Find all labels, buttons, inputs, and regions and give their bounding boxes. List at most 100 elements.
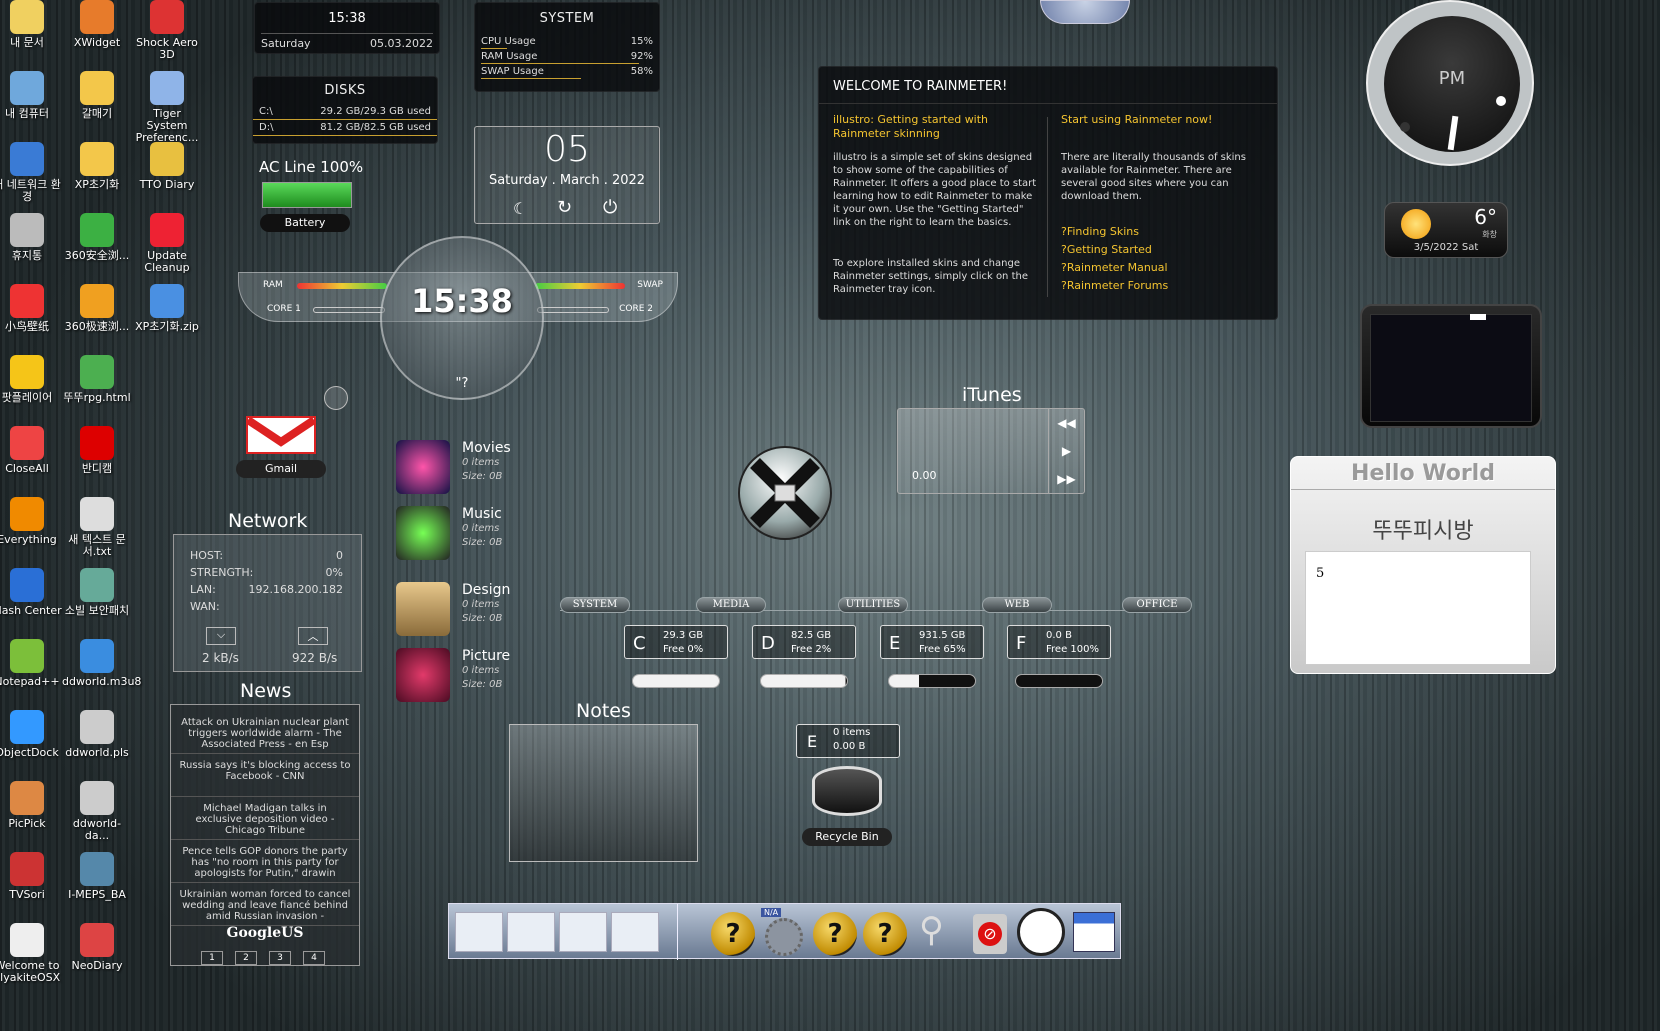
recycle-bin-icon[interactable]: [812, 766, 882, 816]
welcome-link[interactable]: ?Rainmeter Manual: [1061, 261, 1168, 274]
media-item-movies[interactable]: Movies 0 items Size: 0B: [396, 440, 511, 494]
magnifier-icon[interactable]: ⚲: [919, 910, 944, 950]
drive-widget[interactable]: C 29.3 GB Free 0%: [624, 625, 728, 659]
desktop-icon[interactable]: 팟플레이어: [0, 355, 62, 404]
desktop-icon[interactable]: XWidget: [62, 0, 132, 49]
media-title: Picture: [462, 648, 511, 664]
desktop-icon[interactable]: Notepad++: [0, 639, 62, 688]
close-all-icon: [10, 426, 44, 460]
welcome-left-body: illustro is a simple set of skins design…: [833, 152, 1037, 228]
gear-icon[interactable]: [765, 918, 803, 956]
desktop-icon[interactable]: Welcome to FlyakiteOSX: [0, 923, 62, 984]
category-tab[interactable]: WEB: [982, 597, 1052, 613]
desktop-icon[interactable]: TVSori: [0, 852, 62, 901]
window-thumb-3[interactable]: [559, 912, 607, 952]
desktop-icon[interactable]: 小鸟壁纸: [0, 284, 62, 333]
help-icon[interactable]: ?: [813, 912, 857, 956]
desktop-icon[interactable]: PicPick: [0, 781, 62, 830]
gmail-icon[interactable]: [244, 414, 318, 456]
restart-icon[interactable]: ↻: [557, 197, 572, 218]
help-icon[interactable]: ?: [711, 912, 755, 956]
welcome-right-body: There are literally thousands of skins a…: [1061, 152, 1246, 202]
media-item-picture[interactable]: Picture 0 items Size: 0B: [396, 648, 510, 702]
desktop-icon[interactable]: 반디캠: [62, 426, 132, 475]
notes-pad[interactable]: [509, 724, 698, 862]
sleep-icon[interactable]: ☾: [513, 199, 527, 218]
desktop-icon[interactable]: CloseAll: [0, 426, 62, 475]
category-tab[interactable]: UTILITIES: [838, 597, 908, 613]
recycle-bin-label[interactable]: Recycle Bin: [802, 828, 892, 846]
power-icon[interactable]: ⏻: [603, 197, 617, 218]
lan-label: LAN:: [190, 583, 216, 596]
desktop-icon[interactable]: TTO Diary: [132, 142, 202, 191]
drive-widget[interactable]: D 82.5 GB Free 2%: [752, 625, 856, 659]
news-page-button[interactable]: 4: [303, 951, 325, 965]
desktop-icon[interactable]: Update Cleanup: [132, 213, 202, 274]
calendar-icon[interactable]: [1073, 912, 1115, 952]
welcome-panel: WELCOME TO RAINMETER! illustro: Getting …: [818, 66, 1278, 320]
network-title: Network: [228, 510, 308, 532]
news-page-button[interactable]: 3: [269, 951, 291, 965]
news-page-button[interactable]: 1: [201, 951, 223, 965]
news-item[interactable]: Michael Madigan talks in exclusive depos…: [171, 797, 359, 840]
desktop-icon[interactable]: 휴지통: [0, 213, 62, 262]
disk-row: C:\ 29.2 GB/29.3 GB used: [253, 104, 437, 120]
previous-track-icon[interactable]: ◀◀: [1049, 409, 1084, 437]
desktop-icon[interactable]: 내 네트워크 환경: [0, 142, 62, 203]
desktop-icon[interactable]: Tiger System Preferenc...: [132, 71, 202, 144]
desktop-icon[interactable]: XP초기화: [62, 142, 132, 191]
desktop-icon[interactable]: 내 문서: [0, 0, 62, 49]
window-thumb-4[interactable]: [611, 912, 659, 952]
desktop-icon[interactable]: Shock Aero 3D: [132, 0, 202, 61]
orb-button[interactable]: [324, 386, 348, 410]
clock-icon[interactable]: [1017, 908, 1065, 956]
desktop-icon[interactable]: 소빌 보안패치: [62, 568, 132, 617]
next-track-icon[interactable]: ▶▶: [1049, 465, 1084, 493]
x-logo-icon[interactable]: [738, 446, 832, 540]
category-tab[interactable]: MEDIA: [696, 597, 766, 613]
desktop-icon[interactable]: 뚜뚜rpg.html: [62, 355, 132, 404]
app-orb-icon[interactable]: [1040, 0, 1130, 24]
drive-widget[interactable]: E 931.5 GB Free 65%: [880, 625, 984, 659]
desktop-icon-label: TVSori: [9, 888, 45, 901]
category-tab[interactable]: SYSTEM: [560, 597, 630, 613]
gmail-label[interactable]: Gmail: [236, 460, 326, 478]
welcome-link[interactable]: ?Finding Skins: [1061, 225, 1168, 238]
desktop-icon[interactable]: ObjectDock: [0, 710, 62, 759]
welcome-link[interactable]: ?Getting Started: [1061, 243, 1168, 256]
desktop-icon[interactable]: I-MEPS_BA: [62, 852, 132, 901]
recycle-items: 0 items: [833, 727, 871, 738]
desktop-icon[interactable]: Everything: [0, 497, 62, 546]
welcome-link[interactable]: ?Rainmeter Forums: [1061, 279, 1168, 292]
desktop-icon[interactable]: 360安全浏...: [62, 213, 132, 262]
desktop-icon[interactable]: 새 텍스트 문서.txt: [62, 497, 132, 558]
desktop-icon[interactable]: Flash Center: [0, 568, 62, 617]
media-item-music[interactable]: Music 0 items Size: 0B: [396, 506, 502, 560]
news-item[interactable]: Russia says it's blocking access to Face…: [171, 754, 359, 797]
desktop-icon[interactable]: ddworld-da...: [62, 781, 132, 842]
play-icon[interactable]: ▶: [1049, 437, 1084, 465]
remove-icon[interactable]: ⊘: [973, 914, 1007, 954]
desktop-icon-label: 小鸟壁纸: [5, 320, 49, 333]
category-tab[interactable]: OFFICE: [1122, 597, 1192, 613]
desktop-icon[interactable]: XP초기화.zip: [132, 284, 202, 333]
desktop-icon[interactable]: ddworld.pls: [62, 710, 132, 759]
drive-widget[interactable]: F 0.0 B Free 100%: [1007, 625, 1111, 659]
desktop-icon[interactable]: ddworld.m3u8: [62, 639, 141, 688]
hello-world-textbox[interactable]: 5: [1305, 551, 1531, 665]
media-item-design[interactable]: Design 0 items Size: 0B: [396, 582, 510, 636]
news-page-button[interactable]: 2: [235, 951, 257, 965]
desktop-icon[interactable]: 갈매기: [62, 71, 132, 120]
news-item[interactable]: Pence tells GOP donors the party has "no…: [171, 840, 359, 883]
drive-free: Free 0%: [663, 644, 704, 655]
window-thumb-2[interactable]: [507, 912, 555, 952]
desktop-icon-label: ddworld.pls: [65, 746, 129, 759]
window-thumb-1[interactable]: [455, 912, 503, 952]
news-item[interactable]: Attack on Ukrainian nuclear plant trigge…: [171, 711, 359, 754]
desktop-icon[interactable]: NeoDiary: [62, 923, 132, 972]
news-item[interactable]: Ukrainian woman forced to cancel wedding…: [171, 883, 359, 926]
help-icon[interactable]: ?: [863, 912, 907, 956]
weather-date: 3/5/2022 Sat: [1413, 242, 1479, 253]
desktop-icon[interactable]: 내 컴퓨터: [0, 71, 62, 120]
desktop-icon[interactable]: 360极速浏...: [62, 284, 132, 333]
